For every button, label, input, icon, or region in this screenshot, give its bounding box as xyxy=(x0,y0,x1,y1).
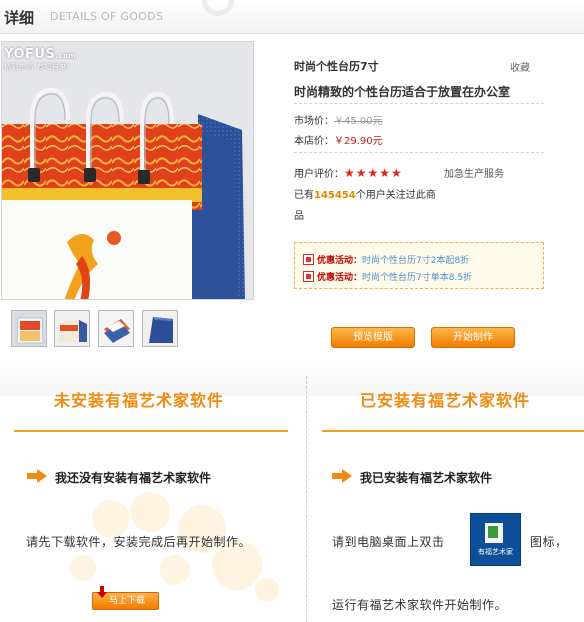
thumbnail-2[interactable] xyxy=(54,310,90,347)
product-name: 时尚个性台历7寸 xyxy=(294,60,379,73)
details-header: 详细 DETAILS OF GOODS xyxy=(0,0,584,34)
column-divider xyxy=(306,376,307,622)
followers-text-wrap: 品 xyxy=(294,211,304,222)
decorative-bubble xyxy=(70,555,96,581)
title-underline xyxy=(14,430,288,432)
promotion-icon xyxy=(303,254,314,265)
thumbnail-3[interactable] xyxy=(98,310,134,347)
product-main-image[interactable]: YOFUS.com 精彩生活 有福自来! xyxy=(1,41,254,300)
market-price-row: 市场价：￥45.00元 xyxy=(294,116,383,127)
download-arrow-icon xyxy=(97,586,107,598)
arrow-right-icon xyxy=(332,469,352,483)
youfu-artist-app-icon[interactable]: 有福艺术家 xyxy=(470,513,521,566)
installed-step: 我已安装有福艺术家软件 xyxy=(360,471,493,485)
promotion-item: 优惠活动：时尚个性台历7寸单本8.5折 xyxy=(303,270,472,283)
not-installed-step: 我还没有安装有福艺术家软件 xyxy=(55,471,212,485)
brand-logo: YOFUS.com 精彩生活 有福自来! xyxy=(4,47,77,71)
installed-title: 已安装有福艺术家软件 xyxy=(360,391,531,410)
section-title: 详细 xyxy=(4,9,35,27)
decorative-bubble xyxy=(255,578,279,602)
favorite-link[interactable]: 收藏 xyxy=(510,59,530,74)
promotion-box: 优惠活动：时尚个性台历7寸2本起8折 优惠活动：时尚个性台历7寸单本8.5折 xyxy=(294,242,544,289)
preview-template-button[interactable]: 预览模版 xyxy=(331,327,415,348)
divider xyxy=(294,152,544,153)
desktop-instruction: 请到电脑桌面上双击 xyxy=(332,535,445,549)
desktop-instruction-suffix: 图标， xyxy=(530,535,568,549)
rating-stars-icon: ★★★★★ xyxy=(344,166,403,180)
rush-service-label: 加急生产服务 xyxy=(444,169,504,180)
promotion-link[interactable]: 时尚个性台历7寸单本8.5折 xyxy=(362,273,472,283)
thumbnail-1[interactable] xyxy=(11,310,47,347)
promotion-item: 优惠活动：时尚个性台历7寸2本起8折 xyxy=(303,253,469,266)
download-now-button[interactable]: 马上下载 xyxy=(92,586,159,610)
download-instruction: 请先下载软件，安装完成后再开始制作。 xyxy=(26,535,252,549)
followers-text: 已有145454个用户关注过此商 xyxy=(294,190,436,201)
divider xyxy=(294,103,544,104)
decorative-bubble xyxy=(160,555,190,585)
section-subtitle: DETAILS OF GOODS xyxy=(50,10,164,23)
decorative-bubble xyxy=(130,492,170,532)
promotion-link[interactable]: 时尚个性台历7寸2本起8折 xyxy=(362,256,469,266)
store-price-row: 本店价：￥29.90元 xyxy=(294,136,383,147)
start-making-button[interactable]: 开始制作 xyxy=(431,327,515,348)
run-instruction: 运行有福艺术家软件开始制作。 xyxy=(332,598,508,612)
thumbnail-4[interactable] xyxy=(142,310,178,347)
product-description: 时尚精致的个性台历适合于放置在办公室 xyxy=(294,85,511,99)
calendar-illustration xyxy=(2,42,253,299)
promotion-icon xyxy=(303,271,314,282)
market-price: ￥45.00元 xyxy=(334,116,383,127)
followers-count: 145454 xyxy=(314,190,356,201)
rating-row: 用户评价：★★★★★ xyxy=(294,166,403,180)
title-underline xyxy=(322,430,584,432)
arrow-right-icon xyxy=(27,469,47,483)
decorative-circle xyxy=(202,0,234,16)
not-installed-title: 未安装有福艺术家软件 xyxy=(54,391,225,410)
store-price: ￥29.90元 xyxy=(334,136,383,147)
